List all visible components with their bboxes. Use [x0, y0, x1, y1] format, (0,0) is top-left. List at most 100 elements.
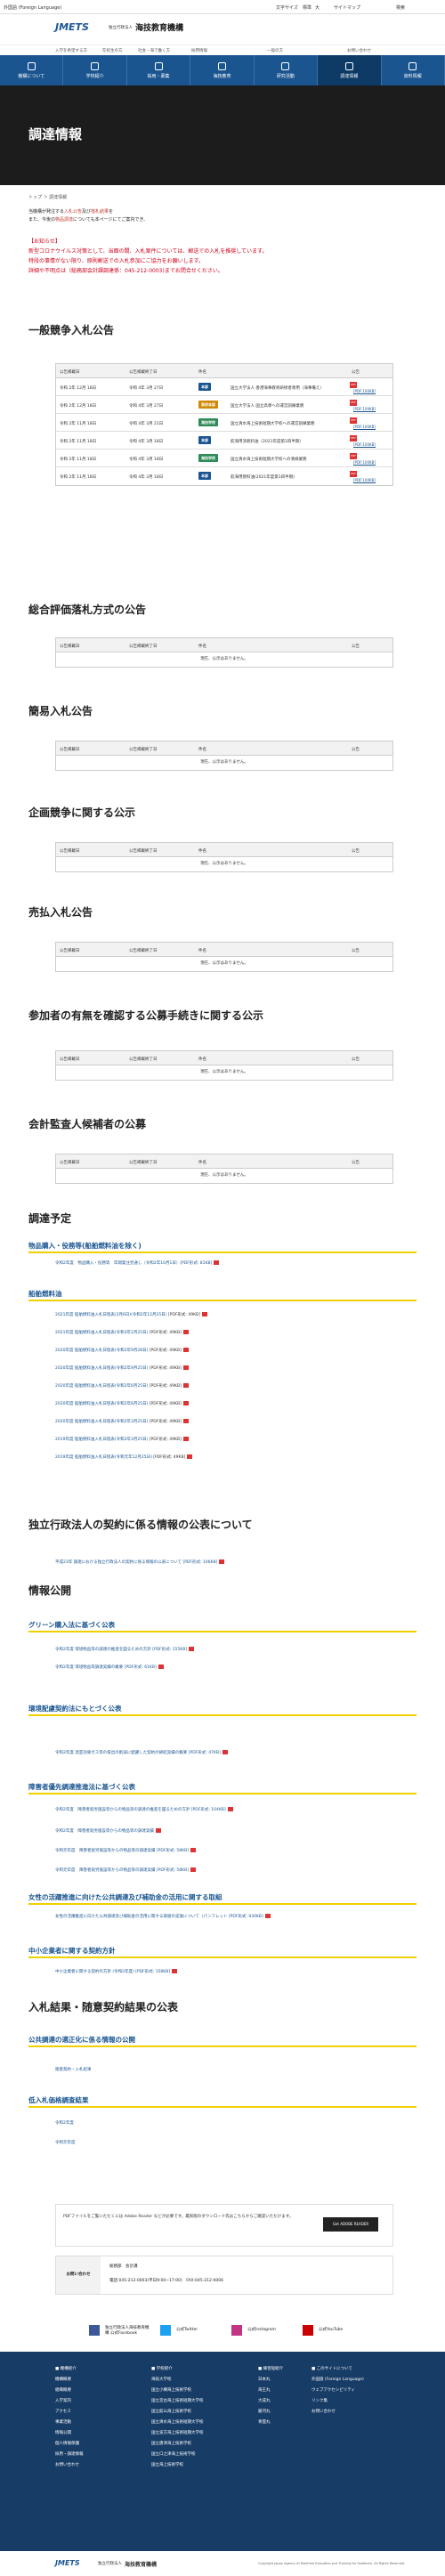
low-bid-link[interactable]: 令和元年度	[55, 2140, 76, 2145]
fuel-link[interactable]: 2020年度 船舶燃料油入札日程表(令和2年6月25日) [PDF形式: 49K…	[55, 1383, 189, 1389]
green-link[interactable]: 令和2年度 環境物品等の調達の推進を図るための方針 [PDF形式: 155KB]	[55, 1647, 195, 1652]
sme-link[interactable]: 中小企業者に関する契約の方針 (令和2年度) [PDF形式: 158KB]	[55, 1969, 178, 1974]
sitemap-link[interactable]: サイトマップ	[334, 4, 360, 11]
fuel-link[interactable]: 2020年度 船舶燃料油入札日程表(令和2年6月25日) [PDF形式: 49K…	[55, 1401, 189, 1406]
green-link[interactable]: 令和2年度 環境物品等調達実績の概要 [PDF形式: 61KB]	[55, 1665, 164, 1670]
subheading-goods: 物品購入・役務等(船舶燃料油を除く)	[28, 1242, 142, 1250]
fuel-link[interactable]: 2020年度 船舶燃料油入札日程表(令和2年9月28日) [PDF形式: 49K…	[55, 1348, 189, 1353]
book-icon	[409, 61, 417, 70]
audience-link[interactable]: 一般の方	[267, 48, 283, 53]
section-procurement-plan: 調達予定	[28, 1212, 72, 1225]
pdf-icon	[187, 1454, 193, 1459]
nav-about[interactable]: 機構について	[0, 55, 64, 85]
section-comprehensive-eval: 総合評価落札方式の公告	[28, 603, 147, 616]
audience-link[interactable]: 在校生の方	[102, 48, 123, 53]
divider	[28, 1903, 417, 1905]
youtube-icon[interactable]	[303, 2325, 313, 2336]
nav-education[interactable]: 海技教育	[190, 55, 255, 85]
disability-link[interactable]: 令和2年度 障害者就労施設等からの物品等の調達の推進を図るための方針 [PDF形…	[55, 1807, 233, 1812]
disability-link[interactable]: 令和元年度 障害者就労施設等からの物品等の調達実績 [PDF形式: 58KB]	[55, 1867, 196, 1873]
footer-logo[interactable]: JMETS	[55, 2559, 80, 2567]
env-link[interactable]: 令和2年度 温室効果ガス等の排出の削減に配慮した契約の締結実績の概要 [PDF形…	[55, 1750, 228, 1755]
pdf-link[interactable]: [PDF:100KB]	[353, 478, 376, 482]
pdf-icon: PDF	[350, 435, 357, 441]
empty-message: 現在、公示はありません。	[200, 1070, 248, 1074]
section-contract-info: 独立行政法人の契約に係る情報の公表について	[28, 1519, 253, 1531]
nav-materials[interactable]: 資料情報	[382, 55, 445, 85]
social-links: 独立行政法人海技教育機構 公式Facebook 公式Twitter 公式Inst…	[0, 2314, 445, 2350]
table-row[interactable]: 令和 2年 11月 18日 令和 4年 3月 18日 本部 航海用消耗料油（202…	[56, 432, 392, 450]
nav-schools[interactable]: 学校紹介	[63, 55, 127, 85]
twitter-icon[interactable]	[160, 2325, 171, 2336]
subheading-women: 女性の活躍推進に向けた公共調達及び補助金の活用に関する取組	[28, 1893, 222, 1901]
table-row[interactable]: 令和 2年 11月 18日 令和 4年 3月 18日 海技学校 国立清水海上技術短…	[56, 450, 392, 467]
audience-link[interactable]: 採用情報	[191, 48, 207, 53]
audience-link[interactable]: お問い合わせ	[347, 48, 371, 53]
search-link[interactable]: 検索	[396, 4, 405, 11]
audience-link[interactable]: 社会・海で働く方	[138, 48, 170, 53]
pdf-reader-box: PDFファイルをご覧いただくには Adobe Reader などが必要です。最新…	[55, 2204, 393, 2247]
facebook-icon[interactable]	[89, 2325, 100, 2336]
pdf-link[interactable]: [PDF:100KB]	[353, 407, 376, 411]
foreign-language-link[interactable]: 外国語 (Foreign Language)	[4, 4, 61, 11]
font-size-large-button[interactable]: 大	[315, 4, 320, 11]
font-size-standard-button[interactable]: 標準	[303, 4, 312, 11]
table-row[interactable]: 令和 2年 11月 18日 令和 4年 3月 21日 海技学校 国立清水海上技術短…	[56, 414, 392, 432]
adobe-reader-button[interactable]: Get ADOBE READER	[323, 2217, 378, 2232]
fuel-link[interactable]: 2020年度 船舶燃料油入札日程表(令和2年9月25日) [PDF形式: 49K…	[55, 1365, 189, 1371]
disability-link[interactable]: 令和2年度 障害者就労施設等からの物品等の調達実績	[55, 1828, 161, 1834]
subheading-sme: 中小企業者に関する契約方針	[28, 1947, 116, 1955]
divider	[28, 1631, 417, 1632]
contract-pub-link[interactable]: 平成23年 調達における独立行政法人の契約に係る情報の公表について [PDF形式…	[55, 1559, 225, 1565]
women-link[interactable]: 女性の活躍推進に向けた公共調達及び補助金の活用に関する取組の実施について（パンフ…	[55, 1914, 271, 1919]
fuel-link[interactable]: 2020年度 船舶燃料油入札日程表(令和2年3月25日) [PDF形式: 49K…	[55, 1419, 189, 1424]
disability-link[interactable]: 令和元年度 障害者就労施設等からの物品等の調達実績 [PDF形式: 58KB]	[55, 1848, 196, 1853]
audience-link[interactable]: 入学を希望する方	[55, 48, 87, 53]
proposal-table: 公告掲載日 公告掲載終了日 件名 公告 現在、公示はありません。	[55, 842, 393, 872]
pdf-link[interactable]: [PDF:100KB]	[353, 425, 376, 429]
subheading-fuel: 船舶燃料油	[28, 1290, 62, 1298]
fair-link[interactable]: 随意契約・入札結果	[55, 2067, 92, 2072]
section-proposal-competition: 企画競争に関する公示	[28, 806, 136, 819]
corp-label: 独立行政法人	[109, 26, 133, 30]
font-size-label: 文字サイズ	[276, 5, 298, 11]
pdf-icon	[182, 1419, 189, 1423]
intro-text: 当機構が発注する入札公告及び落札結果を また、今後の物品調達についても本ページに…	[28, 209, 149, 223]
table-row[interactable]: 令和 2年 11月 18日 令和 4年 3月 18日 本部 航海用燃料油(2021…	[56, 467, 392, 485]
section-sale-bid: 売払入札公告	[28, 906, 93, 919]
footer-col-schools: ■ 学校紹介 海技大学校 国立小樽海上技術学校 国立宮古海上技術短期大学校 国立館山海上…	[151, 2367, 204, 2467]
section-simple-bid: 簡易入札公告	[28, 705, 93, 717]
people-icon	[154, 61, 163, 70]
fuel-link[interactable]: 2019年度 船舶燃料油入札日程表(令和元年12月25日) [PDF形式: 49…	[55, 1454, 193, 1460]
subheading-disability: 障害者優先調達推進法に基づく公表	[28, 1783, 135, 1791]
section-auditor-recruit: 会計監査人候補者の公募	[28, 1118, 147, 1130]
pdf-icon	[182, 1437, 189, 1441]
empty-message: 現在、公示はありません。	[200, 862, 248, 866]
table-row[interactable]: 令和 2年 12月 18日 令和 4年 3月 27日 高校本部 国立大学法人 国立…	[56, 396, 392, 414]
fuel-link[interactable]: 2021年度 船舶燃料油入札日程表(2月6日)(令和2年12月25日) [PDF…	[55, 1312, 207, 1317]
comprehensive-eval-table: 公告掲載日 公告掲載終了日 件名 公告 現在、公示はありません。	[55, 637, 393, 668]
audience-nav: 入学を希望する方 在校生の方 社会・海で働く方 採用情報 一般の方 お問い合わせ	[0, 45, 445, 55]
plan-link[interactable]: 令和2年度 物品購入・役務等 年間発注見通し（令和2年10月1日）[PDF形式:…	[55, 1260, 220, 1266]
fuel-link[interactable]: 2021年度 船舶燃料油入札日程表(令和3年1月25日) [PDF形式: 49K…	[55, 1330, 189, 1335]
low-bid-link[interactable]: 令和2年度	[55, 2120, 74, 2126]
nav-research[interactable]: 研究活動	[255, 55, 319, 85]
pdf-icon	[189, 1647, 195, 1651]
section-participant-check: 参加者の有無を確認する公募手続きに関する公示	[28, 1009, 264, 1022]
nav-procurement[interactable]: 調達情報	[318, 55, 382, 85]
breadcrumb[interactable]: トップ ＞ 調達情報	[28, 194, 67, 200]
table-row[interactable]: 令和 2年 12月 18日 令和 4年 3月 27日 本部 国立大学法人 香港海事…	[56, 378, 392, 396]
pdf-link[interactable]: [PDF:100KB]	[353, 442, 376, 447]
pdf-link[interactable]: [PDF:100KB]	[353, 460, 376, 465]
site-logo[interactable]: JMETS	[55, 21, 89, 33]
instagram-icon[interactable]	[231, 2325, 242, 2336]
nav-recruit[interactable]: 採用・募集	[127, 55, 191, 85]
building-icon	[27, 61, 36, 70]
pdf-icon	[155, 1828, 161, 1833]
section-results: 入札結果・随意契約結果の公表	[28, 2001, 179, 2013]
pdf-link[interactable]: [PDF:100KB]	[353, 389, 376, 393]
footer-bottom: JMETS 独立行政法人 海技教育機構 Copyright Japan Agen…	[0, 2551, 445, 2576]
section-general-bid: 一般競争入札公告	[28, 324, 115, 336]
fuel-link[interactable]: 2019年度 船舶燃料油入札日程表(令和2年3月25日) [PDF形式: 49K…	[55, 1437, 189, 1442]
pdf-icon	[182, 1330, 189, 1334]
